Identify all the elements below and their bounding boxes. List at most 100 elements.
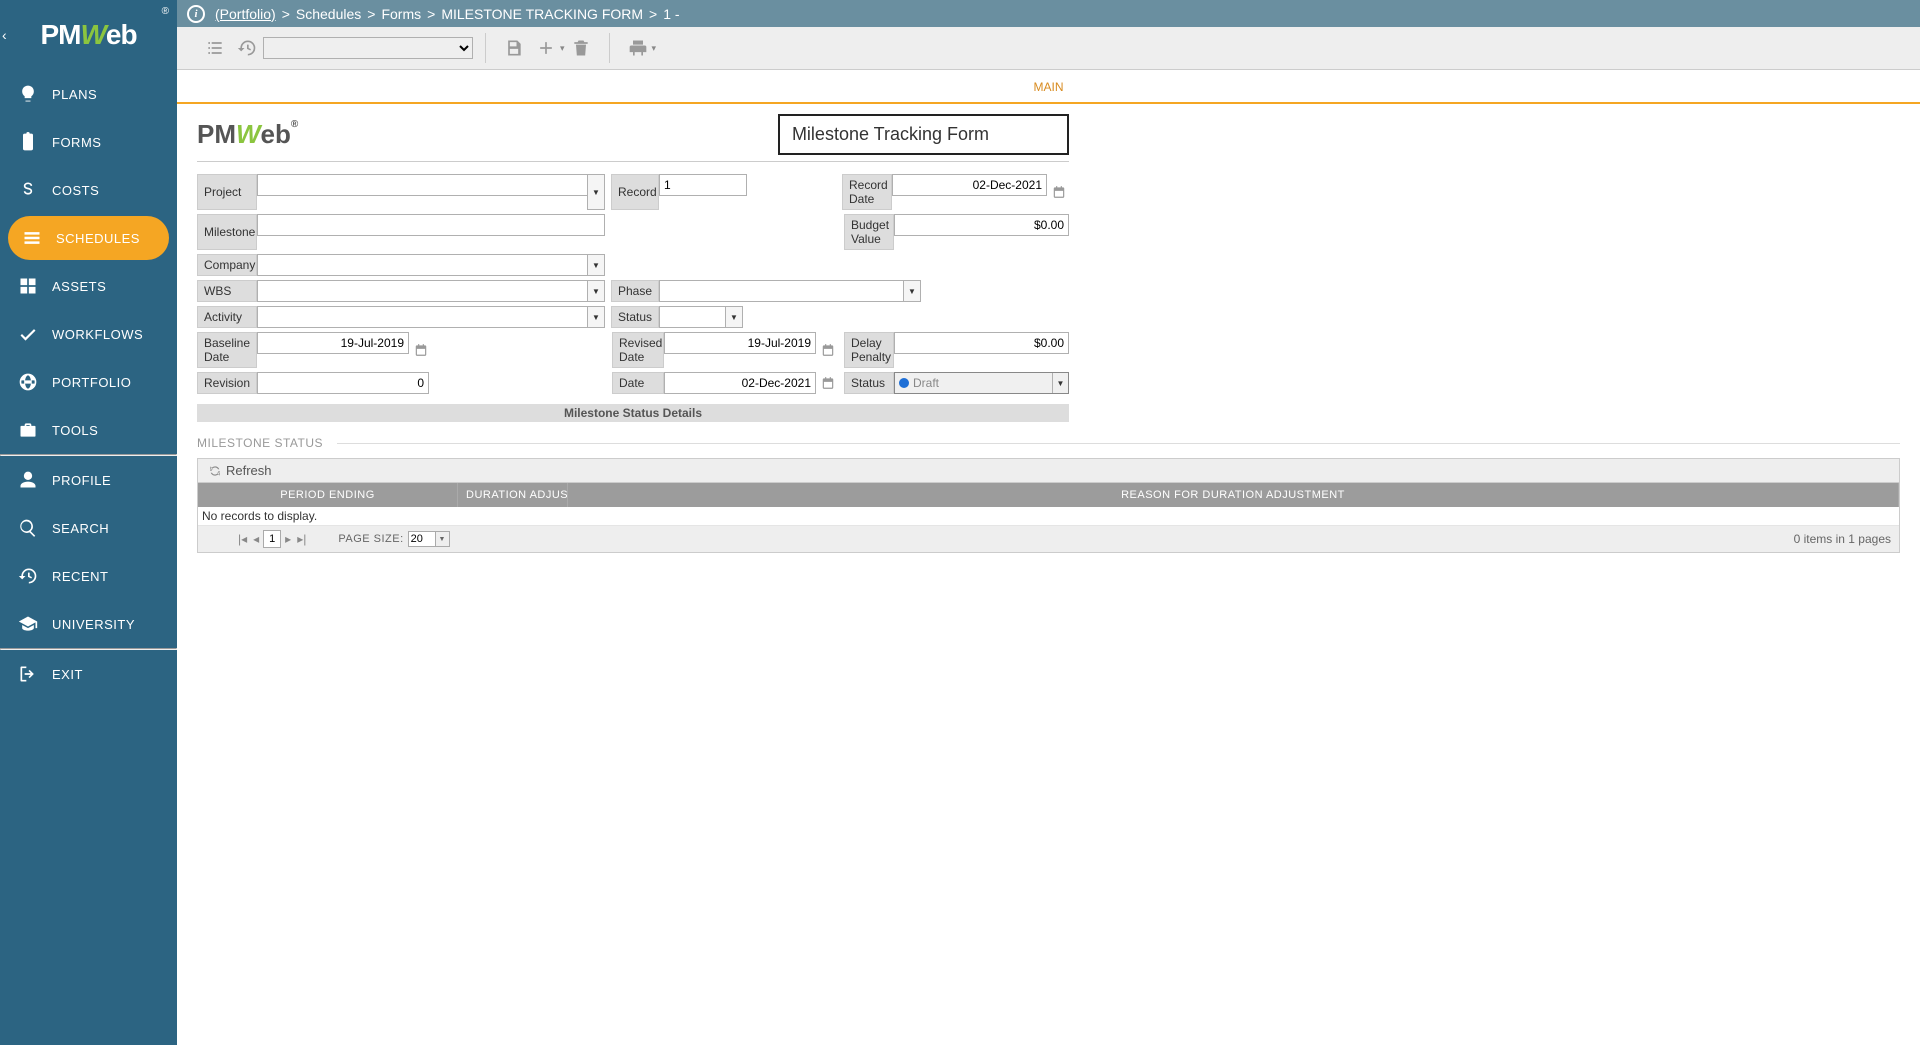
sidebar-item-forms[interactable]: FORMS [0,118,177,166]
date-calendar-icon[interactable] [818,372,838,394]
col-duration-adjustment[interactable]: DURATION ADJUSTMENT [458,483,568,507]
col-reason[interactable]: REASON FOR DURATION ADJUSTMENT [568,483,1899,507]
breadcrumb-portfolio[interactable]: (Portfolio) [215,6,276,22]
briefcase-icon [16,420,40,440]
sidebar-item-university[interactable]: UNIVERSITY [0,600,177,648]
revised-date-calendar-icon[interactable] [818,332,838,368]
tab-main[interactable]: MAIN [1014,76,1084,98]
sidebar-item-costs[interactable]: COSTS [0,166,177,214]
sidebar-item-recent[interactable]: RECENT [0,552,177,600]
delete-icon[interactable] [565,32,597,64]
sidebar-item-label: PORTFOLIO [52,375,131,390]
milestone-status-grid: Refresh PERIOD ENDING DURATION ADJUSTMEN… [197,458,1900,553]
page-next-icon[interactable]: ▸ [283,532,293,546]
print-dropdown[interactable]: ▾ [652,43,657,54]
activity-input[interactable] [257,306,587,328]
sidebar-item-workflows[interactable]: WORKFLOWS [0,310,177,358]
refresh-button[interactable]: Refresh [208,463,272,478]
label-record-date: Record Date [842,174,892,210]
status-dot-icon [899,378,909,388]
sidebar-item-label: RECENT [52,569,108,584]
label-wbs: WBS [197,280,257,302]
record-input[interactable] [659,174,747,196]
label-phase: Phase [611,280,659,302]
activity-dropdown[interactable]: ▼ [587,306,605,328]
page-number-input[interactable] [263,530,281,548]
toolbar: ▾ ▾ [177,27,1920,70]
sidebar-item-plans[interactable]: PLANS [0,70,177,118]
sidebar-item-tools[interactable]: TOOLS [0,406,177,454]
page-last-icon[interactable]: ▸| [295,532,308,546]
wbs-input[interactable] [257,280,587,302]
delay-penalty-input[interactable] [894,332,1069,354]
list-icon[interactable] [199,32,231,64]
sidebar-item-label: EXIT [52,667,83,682]
label-status-top: Status [611,306,659,328]
status-draft-combo[interactable]: Draft ▼ [894,372,1069,394]
baseline-date-input[interactable] [257,332,409,354]
page-first-icon[interactable]: |◂ [236,532,249,546]
section-bar: Milestone Status Details [197,404,1069,422]
record-selector[interactable] [263,37,473,59]
sidebar-item-search[interactable]: SEARCH [0,504,177,552]
company-dropdown[interactable]: ▼ [587,254,605,276]
record-date-input[interactable] [892,174,1047,196]
search-icon [16,518,40,538]
breadcrumb: i (Portfolio) >Schedules>Forms>MILESTONE… [177,0,1920,27]
date-input[interactable] [664,372,816,394]
sidebar-item-label: PROFILE [52,473,111,488]
page-size-dropdown[interactable]: ▼ [435,532,449,546]
sidebar-item-assets[interactable]: ASSETS [0,262,177,310]
save-icon[interactable] [498,32,530,64]
sidebar-item-label: ASSETS [52,279,106,294]
sidebar-item-schedules[interactable]: SCHEDULES [8,216,169,260]
print-icon[interactable] [622,32,654,64]
phase-input[interactable] [659,280,903,302]
phase-dropdown[interactable]: ▼ [903,280,921,302]
label-record: Record [611,174,659,210]
sidebar-item-exit[interactable]: EXIT [0,650,177,698]
add-icon[interactable] [530,32,562,64]
collapse-sidebar-icon[interactable]: ‹ [2,27,7,43]
sidebar-item-label: PLANS [52,87,97,102]
tab-bar: MAIN [177,70,1920,104]
check-icon [16,324,40,344]
history-icon [16,566,40,586]
baseline-date-calendar-icon[interactable] [411,332,431,368]
logo: ‹ PMWeb ® [0,0,177,70]
sidebar-item-portfolio[interactable]: PORTFOLIO [0,358,177,406]
clipboard-icon [16,132,40,152]
info-icon[interactable]: i [187,5,205,23]
revision-input[interactable] [257,372,429,394]
record-date-calendar-icon[interactable] [1049,174,1069,210]
label-budget-value: Budget Value [844,214,894,250]
status-top-input[interactable] [659,306,725,328]
section-title: MILESTONE STATUS [197,436,1900,450]
status-top-dropdown[interactable]: ▼ [725,306,743,328]
sidebar-item-label: UNIVERSITY [52,617,135,632]
gradcap-icon [16,614,40,634]
label-milestone: Milestone [197,214,257,250]
label-status: Status [844,372,894,394]
milestone-input[interactable] [257,214,605,236]
sidebar-item-label: WORKFLOWS [52,327,143,342]
sidebar-item-profile[interactable]: PROFILE [0,456,177,504]
page-size-input[interactable] [409,532,435,546]
company-input[interactable] [257,254,587,276]
form-header: PMWeb® Milestone Tracking Form [197,114,1069,162]
project-input[interactable] [257,174,587,196]
refresh-icon [208,464,222,478]
label-delay-penalty: Delay Penalty [844,332,894,368]
globe-icon [16,372,40,392]
history-icon[interactable] [231,32,263,64]
page-prev-icon[interactable]: ◂ [251,532,261,546]
label-activity: Activity [197,306,257,328]
revised-date-input[interactable] [664,332,816,354]
sidebar-item-label: SEARCH [52,521,109,536]
budget-value-input[interactable] [894,214,1069,236]
project-dropdown[interactable]: ▼ [587,174,605,210]
wbs-dropdown[interactable]: ▼ [587,280,605,302]
grid-empty-message: No records to display. [198,507,1899,526]
exit-icon [16,664,40,684]
col-period-ending[interactable]: PERIOD ENDING [198,483,458,507]
